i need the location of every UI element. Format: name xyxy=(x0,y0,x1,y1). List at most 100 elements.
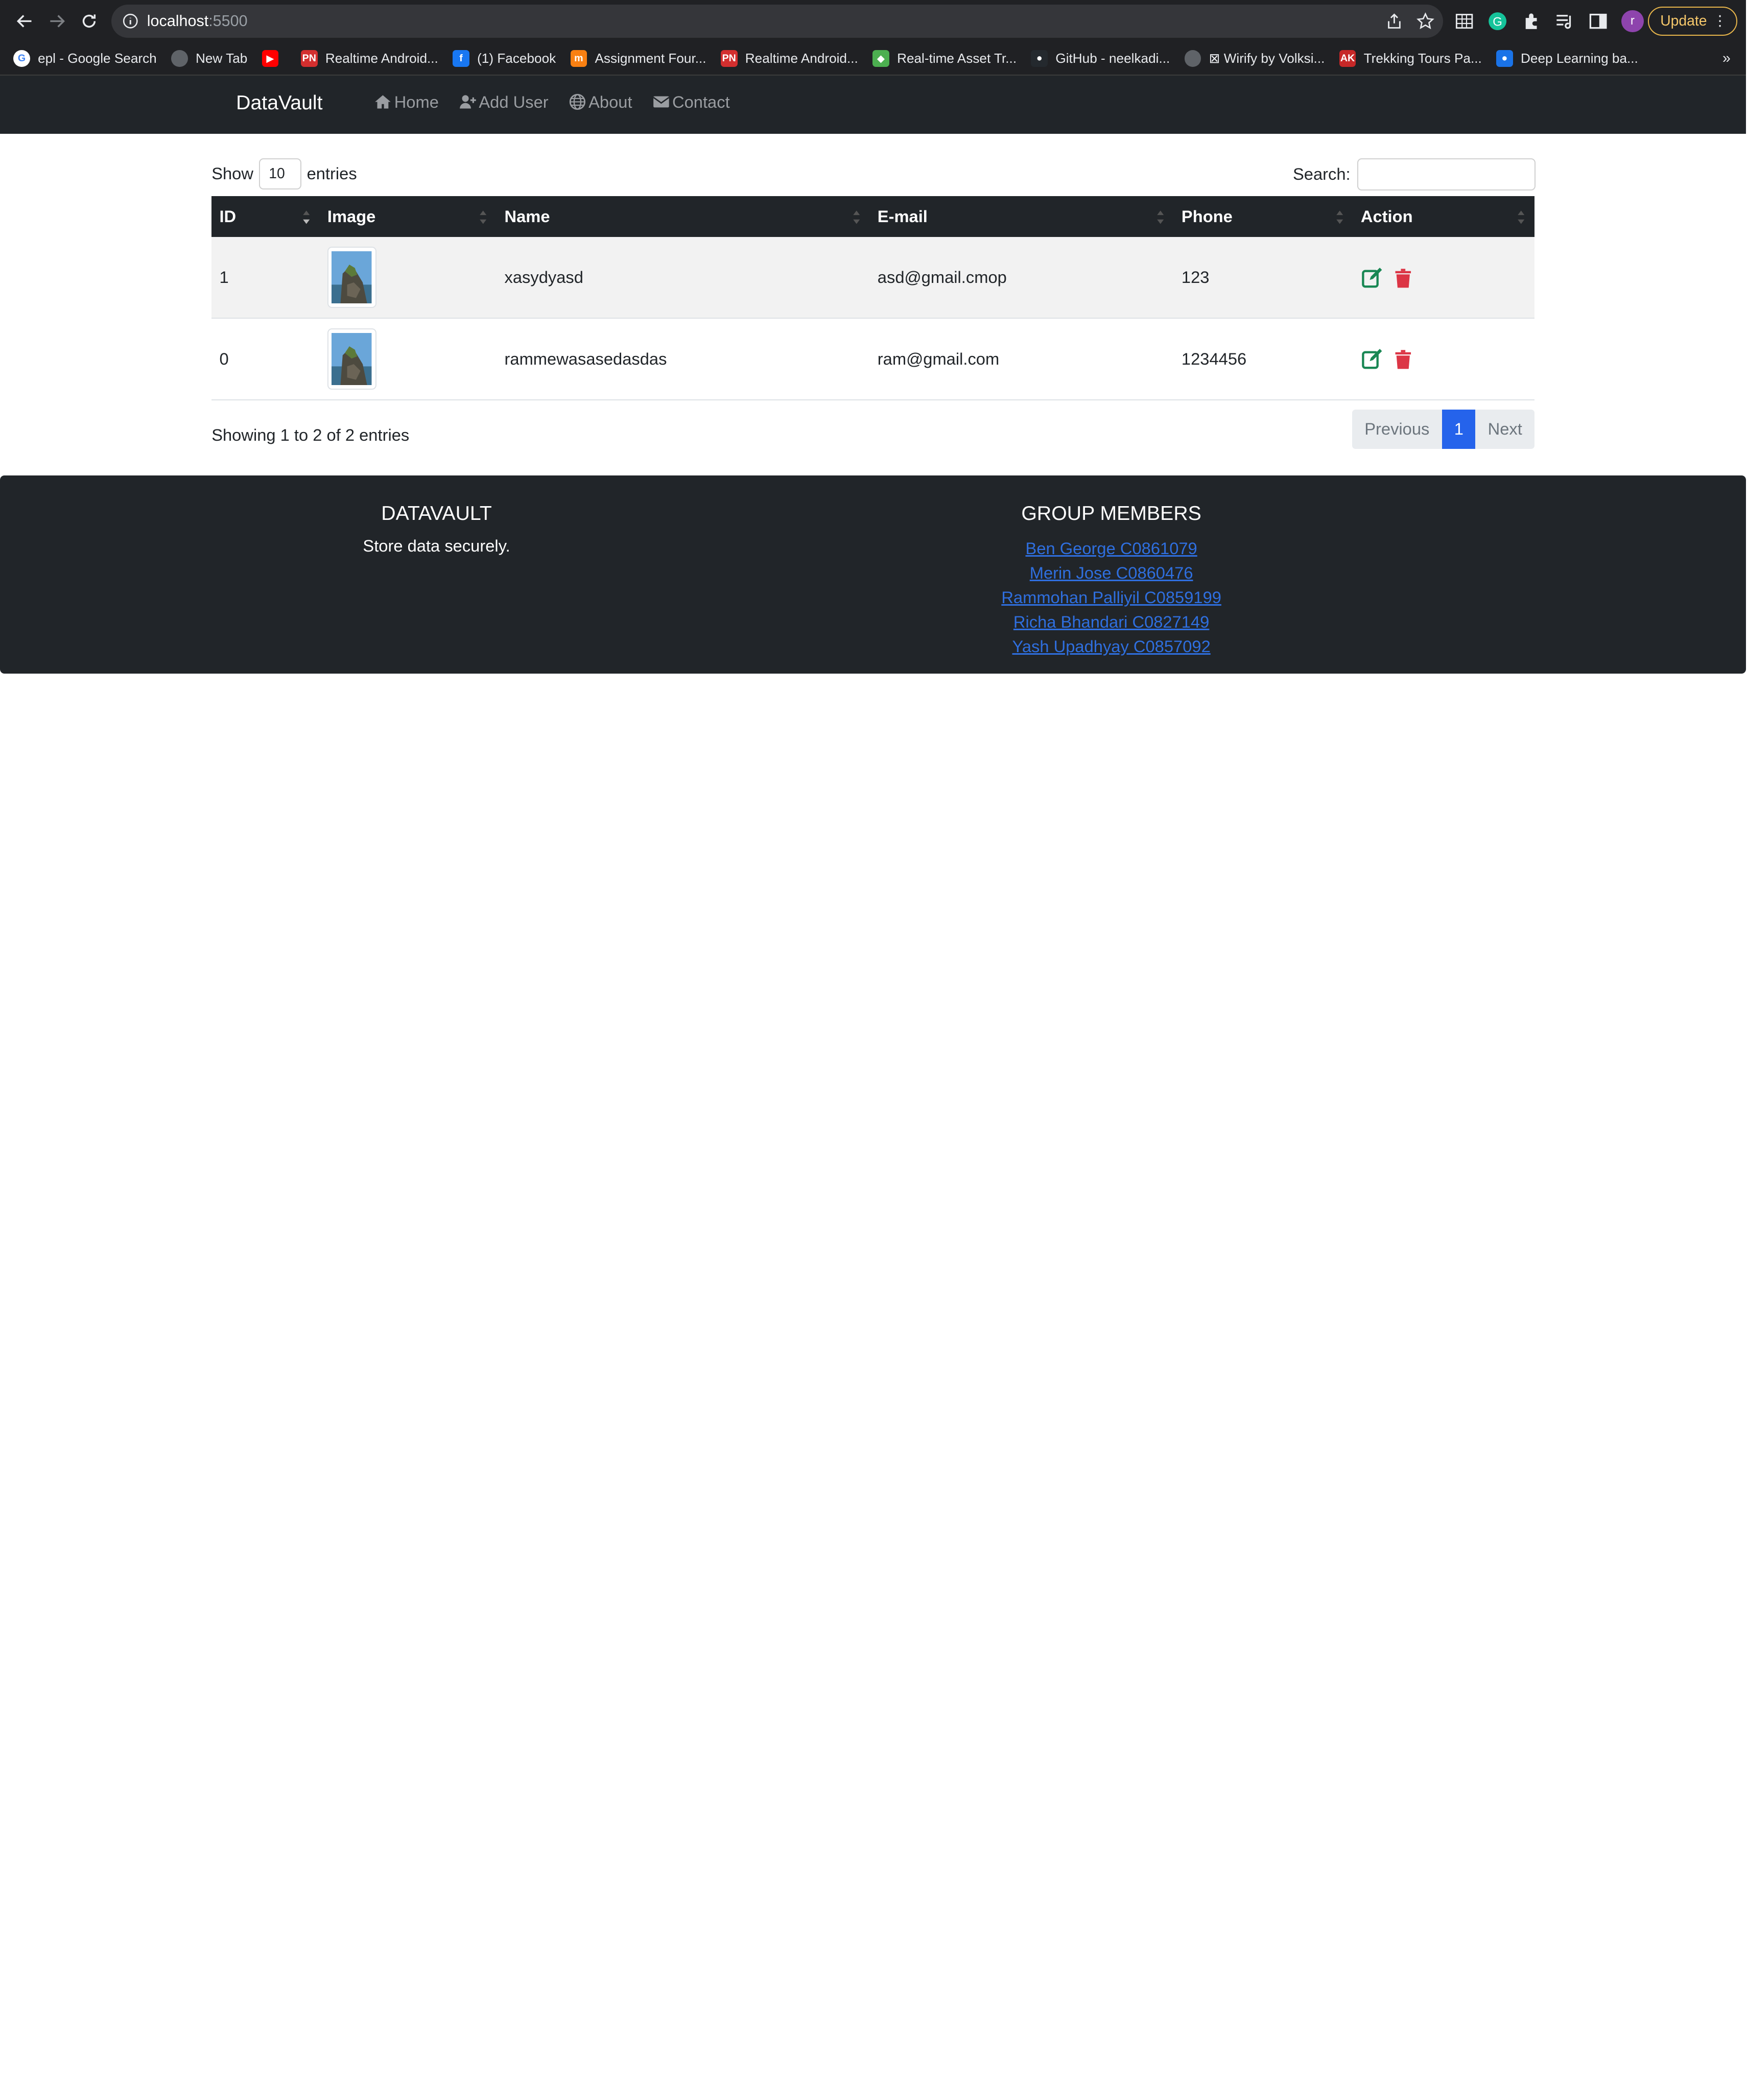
column-header-action[interactable]: Action xyxy=(1353,196,1535,237)
cell-image xyxy=(319,237,497,319)
bookmark-item[interactable]: ◆ Real-time Asset Tr... xyxy=(872,50,1017,67)
facebook-icon: f xyxy=(453,50,469,67)
share-icon[interactable] xyxy=(1385,12,1403,30)
bookmark-item[interactable]: f (1) Facebook xyxy=(453,50,556,67)
users-table: ID Image Name E-mail Phone Action 1 xasy… xyxy=(211,196,1535,400)
user-photo xyxy=(327,247,376,308)
member-link[interactable]: Ben George C0861079 xyxy=(980,536,1242,561)
globe-icon xyxy=(171,50,188,67)
bookmark-item[interactable]: AK Trekking Tours Pa... xyxy=(1339,50,1482,67)
pn-icon: PN xyxy=(300,50,318,67)
puzzle-icon[interactable] xyxy=(1521,11,1541,31)
globe-icon xyxy=(569,94,585,110)
bookmark-item[interactable]: m Assignment Four... xyxy=(570,50,706,67)
bookmark-label: Assignment Four... xyxy=(595,51,706,66)
entries-label: entries xyxy=(306,164,357,183)
bookmark-item[interactable]: ● GitHub - neelkadi... xyxy=(1031,50,1170,67)
cell-actions xyxy=(1353,318,1535,400)
bookmark-item[interactable]: ● Deep Learning ba... xyxy=(1496,50,1638,67)
cell-actions xyxy=(1353,237,1535,319)
cell-phone: 123 xyxy=(1173,237,1353,319)
more-bookmarks-icon[interactable]: » xyxy=(1722,50,1731,67)
sort-desc-icon xyxy=(302,210,310,224)
sort-icon xyxy=(853,210,860,224)
reload-icon[interactable] xyxy=(77,9,101,33)
footer-title: DATAVAULT xyxy=(381,502,492,525)
column-header-name[interactable]: Name xyxy=(497,196,870,237)
main-content: Show 10 entries Search: ID Image Name E-… xyxy=(0,134,1746,475)
user-photo xyxy=(327,328,376,390)
member-link[interactable]: Rammohan Palliyil C0859199 xyxy=(980,585,1242,610)
cell-id: 0 xyxy=(211,318,320,400)
search-input[interactable] xyxy=(1357,158,1536,190)
back-icon[interactable] xyxy=(12,9,37,33)
entries-length-control: Show 10 entries xyxy=(211,158,357,189)
bookmark-item[interactable]: PN Realtime Android... xyxy=(720,50,858,67)
cell-email: ram@gmail.com xyxy=(869,318,1174,400)
entries-select[interactable]: 10 xyxy=(258,158,301,189)
column-header-phone[interactable]: Phone xyxy=(1173,196,1353,237)
bookmark-label: epl - Google Search xyxy=(38,51,157,66)
column-header-email[interactable]: E-mail xyxy=(869,196,1174,237)
browser-toolbar: localhost:5500 G r Update ⋮ xyxy=(0,0,1746,42)
cell-email: asd@gmail.cmop xyxy=(869,237,1174,319)
search-control: Search: xyxy=(1293,158,1536,190)
table-header-row: ID Image Name E-mail Phone Action xyxy=(211,196,1535,237)
bookmark-label: ⊠ Wirify by Volksi... xyxy=(1209,51,1325,66)
extension-grid-icon[interactable] xyxy=(1454,11,1474,31)
column-header-id[interactable]: ID xyxy=(211,196,320,237)
nav-add-user[interactable]: Add User xyxy=(459,92,549,112)
cell-name: rammewasasedasdas xyxy=(497,318,870,400)
bookmark-item[interactable]: PN Realtime Android... xyxy=(300,50,438,67)
edit-icon[interactable] xyxy=(1361,348,1383,370)
nav-contact[interactable]: Contact xyxy=(652,92,730,112)
sort-icon xyxy=(1156,210,1164,224)
bookmark-item[interactable]: ▶ xyxy=(262,50,287,67)
page-1-button[interactable]: 1 xyxy=(1442,410,1476,449)
menu-icon[interactable]: ⋮ xyxy=(1713,12,1727,30)
nav-about[interactable]: About xyxy=(569,92,632,112)
info-icon[interactable] xyxy=(123,13,138,29)
profile-avatar[interactable]: r xyxy=(1621,10,1644,33)
media-icon[interactable] xyxy=(1554,11,1574,31)
youtube-icon: ▶ xyxy=(262,50,279,67)
delete-icon[interactable] xyxy=(1392,267,1414,289)
bookmark-item[interactable]: ⊠ Wirify by Volksi... xyxy=(1184,50,1325,67)
edit-icon[interactable] xyxy=(1361,267,1383,289)
bookmark-label: Trekking Tours Pa... xyxy=(1363,51,1482,66)
url-text: localhost:5500 xyxy=(147,12,248,30)
member-link[interactable]: Merin Jose C0860476 xyxy=(980,561,1242,585)
update-button[interactable]: Update ⋮ xyxy=(1648,7,1737,36)
app-navbar: DataVault Home Add User About Contact xyxy=(0,76,1746,134)
member-link[interactable]: Yash Upadhyay C0857092 xyxy=(980,634,1242,659)
sort-icon xyxy=(1518,210,1525,224)
brand-logo[interactable]: DataVault xyxy=(236,91,322,114)
show-label: Show xyxy=(211,164,253,183)
bookmark-item[interactable]: Gepl - Google Search xyxy=(13,50,157,67)
cell-id: 1 xyxy=(211,237,320,319)
bookmark-item[interactable]: New Tab xyxy=(171,50,247,67)
column-header-image[interactable]: Image xyxy=(319,196,497,237)
member-link[interactable]: Richa Bhandari C0827149 xyxy=(980,610,1242,634)
sidepanel-icon[interactable] xyxy=(1588,11,1608,31)
next-button[interactable]: Next xyxy=(1475,410,1535,449)
pagination: Previous 1 Next xyxy=(1352,410,1535,449)
moodle-icon: m xyxy=(570,50,587,67)
bookmark-label: GitHub - neelkadi... xyxy=(1055,51,1170,66)
globe-icon xyxy=(1184,50,1201,67)
members-title: GROUP MEMBERS xyxy=(1021,502,1201,525)
table-row: 0 rammewasasedasdas ram@gmail.com 123445… xyxy=(211,318,1535,400)
envelope-icon xyxy=(653,97,670,108)
address-bar[interactable]: localhost:5500 xyxy=(111,4,1444,38)
nav-home[interactable]: Home xyxy=(374,92,439,112)
bookmark-label: Real-time Asset Tr... xyxy=(897,51,1017,66)
asset-icon: ◆ xyxy=(872,50,889,67)
delete-icon[interactable] xyxy=(1392,348,1414,370)
bookmark-label: Realtime Android... xyxy=(745,51,858,66)
bookmarks-bar: Gepl - Google Search New Tab ▶ PN Realtime A… xyxy=(0,42,1746,76)
star-icon[interactable] xyxy=(1416,12,1434,30)
previous-button[interactable]: Previous xyxy=(1352,410,1443,449)
grammarly-icon[interactable]: G xyxy=(1488,11,1507,31)
forward-icon[interactable] xyxy=(44,9,69,33)
github-icon: ● xyxy=(1031,50,1048,67)
